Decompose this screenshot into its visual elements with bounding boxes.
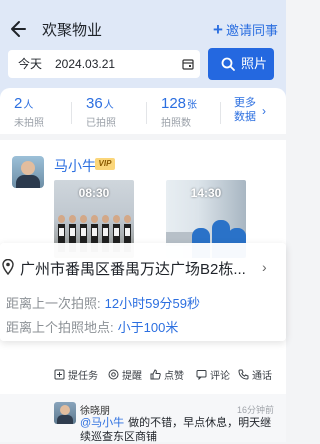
stat-label: 已拍照: [86, 118, 116, 129]
photo-time: 14:30: [190, 186, 222, 200]
distance-value: 小于100米: [117, 320, 179, 335]
comment-time: 16分钟前: [236, 405, 274, 415]
action-label: 评论: [210, 371, 230, 382]
create-task-button[interactable]: 提任务: [54, 367, 98, 382]
back-arrow-icon[interactable]: [10, 19, 26, 39]
photo-search-button[interactable]: 照片: [208, 48, 274, 80]
stat-value: 128: [161, 95, 187, 112]
divider: [146, 102, 147, 124]
photo-button-label: 照片: [241, 56, 268, 71]
thumbs-up-icon: [150, 369, 161, 380]
comment-icon: [196, 370, 207, 380]
avatar[interactable]: [54, 402, 76, 424]
stat-label: 拍照数: [161, 118, 191, 129]
plus-icon: +: [213, 20, 223, 39]
photo-time: 08:30: [78, 186, 110, 200]
invite-label: 邀请同事: [225, 23, 278, 38]
mention-link[interactable]: @马小牛: [80, 417, 124, 429]
stat-not-photographed[interactable]: 2人 未拍照: [14, 95, 72, 129]
stat-value: 36: [86, 95, 103, 112]
comment-text: @马小牛 做的不错，早点休息，明天继续巡查东区商铺: [80, 416, 276, 444]
avatar[interactable]: [12, 156, 44, 188]
post-author[interactable]: 马小牛: [54, 156, 96, 176]
top-bar: 欢聚物业 + 邀请同事: [0, 14, 286, 44]
distance-last-place: 距离上个拍照地点: 小于100米: [6, 317, 178, 336]
invite-colleague-button[interactable]: + 邀请同事: [213, 20, 278, 39]
stat-value: 2: [14, 95, 23, 112]
post-actions: 提任务 提醒 点赞 评论 通话: [0, 364, 286, 384]
divider: [71, 102, 72, 124]
stats-bar: 2人 未拍照 36人 已拍照 128张 拍照数 更多 数据 ›: [0, 88, 286, 134]
more-data-line1: 更多: [234, 97, 256, 109]
stat-photo-count[interactable]: 128张 拍照数: [161, 95, 219, 129]
distance-label: 距离上一次拍照:: [6, 296, 101, 311]
comment-item: 徐晓朋 16分钟前 @马小牛 做的不错，早点休息，明天继续巡查东区商铺: [0, 394, 286, 444]
chevron-right-icon: ›: [262, 104, 266, 118]
stat-label: 未拍照: [14, 118, 44, 129]
stat-unit: 人: [23, 100, 34, 111]
page-title: 欢聚物业: [42, 22, 103, 39]
app-header: 欢聚物业 + 邀请同事 今天 2024.03.21 照片: [0, 0, 286, 98]
call-button[interactable]: 通话: [238, 367, 272, 382]
search-icon: [221, 57, 235, 71]
chevron-right-icon[interactable]: ›: [262, 259, 267, 275]
more-data-link[interactable]: 更多 数据: [234, 96, 256, 124]
comment-author[interactable]: 徐晓朋: [80, 402, 110, 417]
stat-unit: 张: [187, 100, 198, 111]
remind-button[interactable]: 提醒: [108, 367, 142, 382]
stat-unit: 人: [103, 100, 114, 111]
divider: [220, 102, 221, 124]
action-label: 提任务: [68, 371, 98, 382]
location-text[interactable]: 广州市番禺区番禺万达广场B2栋...: [20, 258, 246, 279]
comment-button[interactable]: 评论: [196, 367, 230, 382]
distance-label: 距离上个拍照地点:: [6, 320, 114, 335]
action-label: 提醒: [122, 371, 142, 382]
calendar-icon: [182, 59, 194, 70]
action-label: 通话: [252, 371, 272, 382]
location-info-card: 广州市番禺区番禺万达广场B2栋... › 距离上一次拍照: 12小时59分59秒 …: [0, 243, 286, 341]
action-label: 点赞: [164, 371, 184, 382]
distance-value: 12小时59分59秒: [104, 296, 201, 311]
phone-icon: [238, 369, 249, 380]
today-label: 今天: [18, 57, 43, 71]
more-data-line2: 数据: [234, 111, 256, 123]
date-value: 2024.03.21: [55, 57, 116, 71]
distance-last-photo: 距离上一次拍照: 12小时59分59秒: [6, 293, 200, 312]
stat-photographed[interactable]: 36人 已拍照: [86, 95, 144, 129]
task-icon: [54, 369, 65, 380]
like-button[interactable]: 点赞: [150, 367, 184, 382]
date-picker[interactable]: 今天 2024.03.21: [8, 50, 200, 78]
location-pin-icon: [2, 259, 14, 275]
vip-badge: VIP: [95, 158, 115, 170]
at-icon: [108, 369, 119, 380]
